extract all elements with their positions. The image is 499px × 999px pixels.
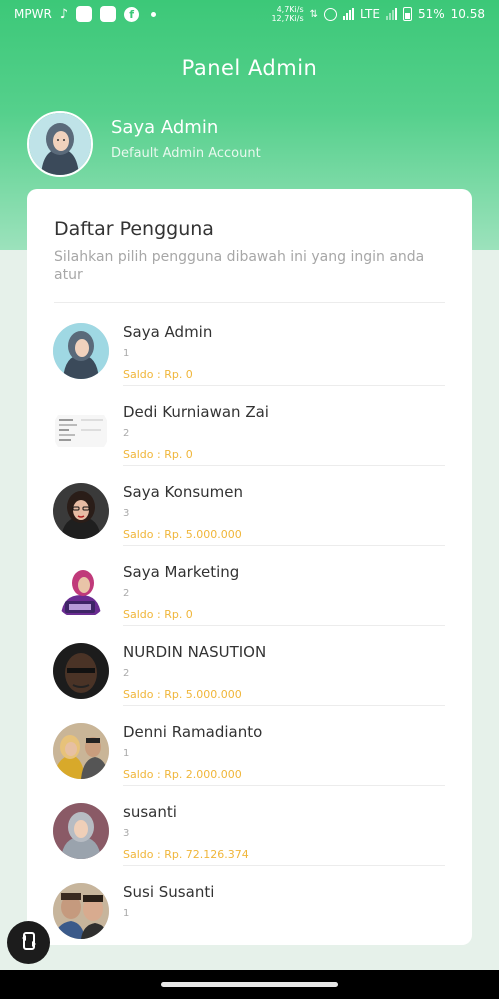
- app-icon: [76, 6, 93, 22]
- user-name: NURDIN NASUTION: [123, 643, 267, 661]
- user-name: Susi Susanti: [123, 883, 215, 901]
- user-saldo: Saldo : Rp. 5.000.000: [123, 688, 242, 701]
- divider: [123, 705, 445, 706]
- list-item[interactable]: Saya Konsumen 3 Saldo : Rp. 5.000.000: [27, 473, 472, 553]
- user-id: 1: [123, 908, 130, 919]
- user-saldo: Saldo : Rp. 5.000.000: [123, 528, 242, 541]
- app-icon: [100, 6, 117, 22]
- avatar: [53, 403, 109, 459]
- system-nav-bar: [0, 970, 499, 999]
- list-item[interactable]: Dedi Kurniawan Zai 2 Saldo : Rp. 0: [27, 393, 472, 473]
- avatar: [53, 563, 109, 619]
- divider: [54, 302, 445, 303]
- user-name: Saya Admin: [123, 323, 213, 341]
- card-subtitle: Silahkan pilih pengguna dibawah ini yang…: [54, 249, 425, 283]
- user-name: Dedi Kurniawan Zai: [123, 403, 269, 421]
- user-saldo: Saldo : Rp. 0: [123, 608, 193, 621]
- list-item[interactable]: NURDIN NASUTION 2 Saldo : Rp. 5.000.000: [27, 633, 472, 713]
- list-item[interactable]: Saya Marketing 2 Saldo : Rp. 0: [27, 553, 472, 633]
- divider: [123, 465, 445, 466]
- user-id: 3: [123, 508, 130, 519]
- tiktok-icon: ♪: [59, 6, 69, 22]
- list-item[interactable]: Denni Ramadianto 1 Saldo : Rp. 2.000.000: [27, 713, 472, 793]
- user-list: Saya Admin 1 Saldo : Rp. 0 Dedi Kurniawa…: [27, 313, 472, 945]
- swap-icon: [19, 930, 39, 956]
- page-title: Panel Admin: [181, 56, 318, 80]
- user-saldo: Saldo : Rp. 72.126.374: [123, 848, 249, 861]
- swap-button[interactable]: [7, 921, 50, 964]
- battery-label: 51%: [417, 7, 445, 21]
- network-label: LTE: [360, 7, 380, 21]
- signal-icon: [343, 8, 355, 20]
- user-id: 2: [123, 588, 130, 599]
- divider: [123, 785, 445, 786]
- user-name: Saya Marketing: [123, 563, 240, 581]
- profile-subtitle: Default Admin Account: [111, 146, 261, 161]
- divider: [123, 625, 445, 626]
- avatar: [53, 723, 109, 779]
- carrier-label: MPWR: [14, 7, 52, 21]
- user-id: 1: [123, 348, 130, 359]
- user-id: 2: [123, 428, 130, 439]
- user-id: 2: [123, 668, 130, 679]
- home-handle[interactable]: [161, 982, 338, 987]
- user-saldo: Saldo : Rp. 0: [123, 448, 193, 461]
- divider: [123, 545, 445, 546]
- net-speed-down: 12,7Ki/s: [271, 14, 304, 23]
- user-name: Denni Ramadianto: [123, 723, 263, 741]
- list-item[interactable]: Saya Admin 1 Saldo : Rp. 0: [27, 313, 472, 393]
- avatar: [53, 483, 109, 539]
- net-speed-up: 4,7Ki/s: [276, 5, 304, 14]
- transfer-arrows-icon: ⇅: [309, 8, 319, 20]
- user-name: Saya Konsumen: [123, 483, 243, 501]
- user-list-card: Daftar Pengguna Silahkan pilih pengguna …: [27, 189, 472, 945]
- list-item[interactable]: susanti 3 Saldo : Rp. 72.126.374: [27, 793, 472, 873]
- avatar: [53, 803, 109, 859]
- facebook-icon: f: [124, 6, 140, 22]
- user-id: 1: [123, 748, 130, 759]
- avatar[interactable]: [27, 111, 93, 177]
- dot-icon: [151, 11, 157, 17]
- user-id: 3: [123, 828, 130, 839]
- net-speed: 4,7Ki/s 12,7Ki/s: [271, 5, 303, 23]
- user-name: susanti: [123, 803, 177, 821]
- user-saldo: Saldo : Rp. 0: [123, 368, 193, 381]
- avatar: [53, 883, 109, 939]
- alarm-icon: [324, 7, 338, 21]
- status-bar: MPWR ♪ f 4,7Ki/s 12,7Ki/s ⇅ LTE 51% 10.5…: [0, 0, 499, 28]
- list-item[interactable]: Susi Susanti 1: [27, 873, 472, 945]
- time-label: 10.58: [450, 7, 485, 21]
- divider: [123, 385, 445, 386]
- divider: [123, 865, 445, 866]
- card-title: Daftar Pengguna: [54, 218, 214, 240]
- avatar: [53, 643, 109, 699]
- battery-icon: [402, 7, 412, 21]
- avatar: [53, 323, 109, 379]
- signal-icon: [385, 8, 397, 20]
- profile-name: Saya Admin: [111, 117, 219, 138]
- user-saldo: Saldo : Rp. 2.000.000: [123, 768, 242, 781]
